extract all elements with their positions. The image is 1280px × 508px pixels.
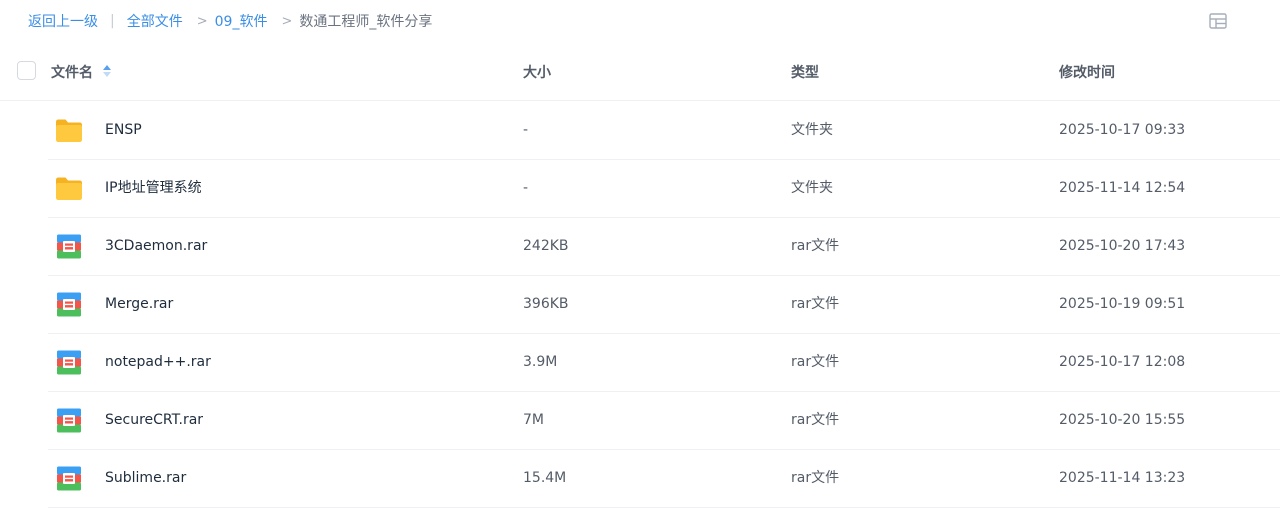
file-type: rar文件	[791, 238, 840, 254]
file-size: 15.4M	[523, 470, 567, 486]
table-header: 文件名 大小 类型 修改时间	[0, 48, 1280, 101]
file-type: 文件夹	[791, 180, 833, 196]
file-row[interactable]: IP地址管理系统 - 文件夹 2025-11-14 12:54	[48, 159, 1280, 218]
file-size: 7M	[523, 412, 544, 428]
rar-file-icon	[55, 350, 83, 375]
grid-view-icon[interactable]	[1209, 13, 1227, 29]
file-type: rar文件	[791, 354, 840, 370]
file-size: -	[523, 180, 529, 196]
file-row[interactable]: 3CDaemon.rar 242KB rar文件 2025-10-20 17:43	[48, 217, 1280, 276]
file-row[interactable]: ENSP - 文件夹 2025-10-17 09:33	[48, 101, 1280, 160]
breadcrumb-divider: |	[110, 13, 115, 29]
file-size: -	[523, 122, 529, 138]
file-name[interactable]: 3CDaemon.rar	[105, 237, 207, 255]
file-modified-time: 2025-11-14 13:23	[1059, 470, 1186, 486]
file-modified-time: 2025-10-17 09:33	[1059, 122, 1186, 138]
file-type: rar文件	[791, 470, 840, 486]
back-link[interactable]: 返回上一级	[28, 11, 98, 31]
breadcrumb-arrow: >	[196, 13, 208, 29]
file-type: rar文件	[791, 412, 840, 428]
breadcrumb: 返回上一级 | 全部文件 > 09_软件 > 数通工程师_软件分享	[28, 11, 432, 31]
folder-icon	[55, 118, 83, 143]
rar-file-icon	[55, 408, 83, 433]
file-name[interactable]: IP地址管理系统	[105, 179, 202, 197]
file-row[interactable]: Sublime.rar 15.4M rar文件 2025-11-14 13:23	[48, 449, 1280, 508]
file-row[interactable]: SecureCRT.rar 7M rar文件 2025-10-20 15:55	[48, 391, 1280, 450]
file-name[interactable]: Sublime.rar	[105, 469, 186, 487]
file-type: rar文件	[791, 296, 840, 312]
select-all-checkbox[interactable]	[17, 61, 36, 80]
breadcrumb-current: 数通工程师_软件分享	[299, 14, 433, 30]
file-size: 3.9M	[523, 354, 558, 370]
sort-icon[interactable]	[102, 63, 112, 77]
file-row[interactable]: notepad++.rar 3.9M rar文件 2025-10-17 12:08	[48, 333, 1280, 392]
file-modified-time: 2025-10-20 17:43	[1059, 238, 1186, 254]
file-modified-time: 2025-11-14 12:54	[1059, 180, 1186, 196]
breadcrumb-arrow: >	[281, 13, 293, 29]
rar-file-icon	[55, 466, 83, 491]
rar-file-icon	[55, 292, 83, 317]
breadcrumb-folder-link[interactable]: 09_软件	[215, 11, 268, 31]
column-header-type[interactable]: 类型	[791, 62, 819, 82]
file-modified-time: 2025-10-19 09:51	[1059, 296, 1186, 312]
breadcrumb-root-link[interactable]: 全部文件	[127, 11, 183, 31]
file-name[interactable]: ENSP	[105, 121, 142, 139]
file-size: 242KB	[523, 238, 569, 254]
column-header-name[interactable]: 文件名	[51, 62, 93, 82]
column-header-size[interactable]: 大小	[523, 62, 551, 82]
file-modified-time: 2025-10-20 15:55	[1059, 412, 1186, 428]
folder-icon	[55, 176, 83, 201]
file-type: 文件夹	[791, 122, 833, 138]
file-modified-time: 2025-10-17 12:08	[1059, 354, 1186, 370]
file-size: 396KB	[523, 296, 569, 312]
file-name[interactable]: SecureCRT.rar	[105, 411, 203, 429]
file-row[interactable]: Merge.rar 396KB rar文件 2025-10-19 09:51	[48, 275, 1280, 334]
column-header-modified[interactable]: 修改时间	[1059, 62, 1115, 82]
rar-file-icon	[55, 234, 83, 259]
file-name[interactable]: notepad++.rar	[105, 353, 211, 371]
file-name[interactable]: Merge.rar	[105, 295, 173, 313]
